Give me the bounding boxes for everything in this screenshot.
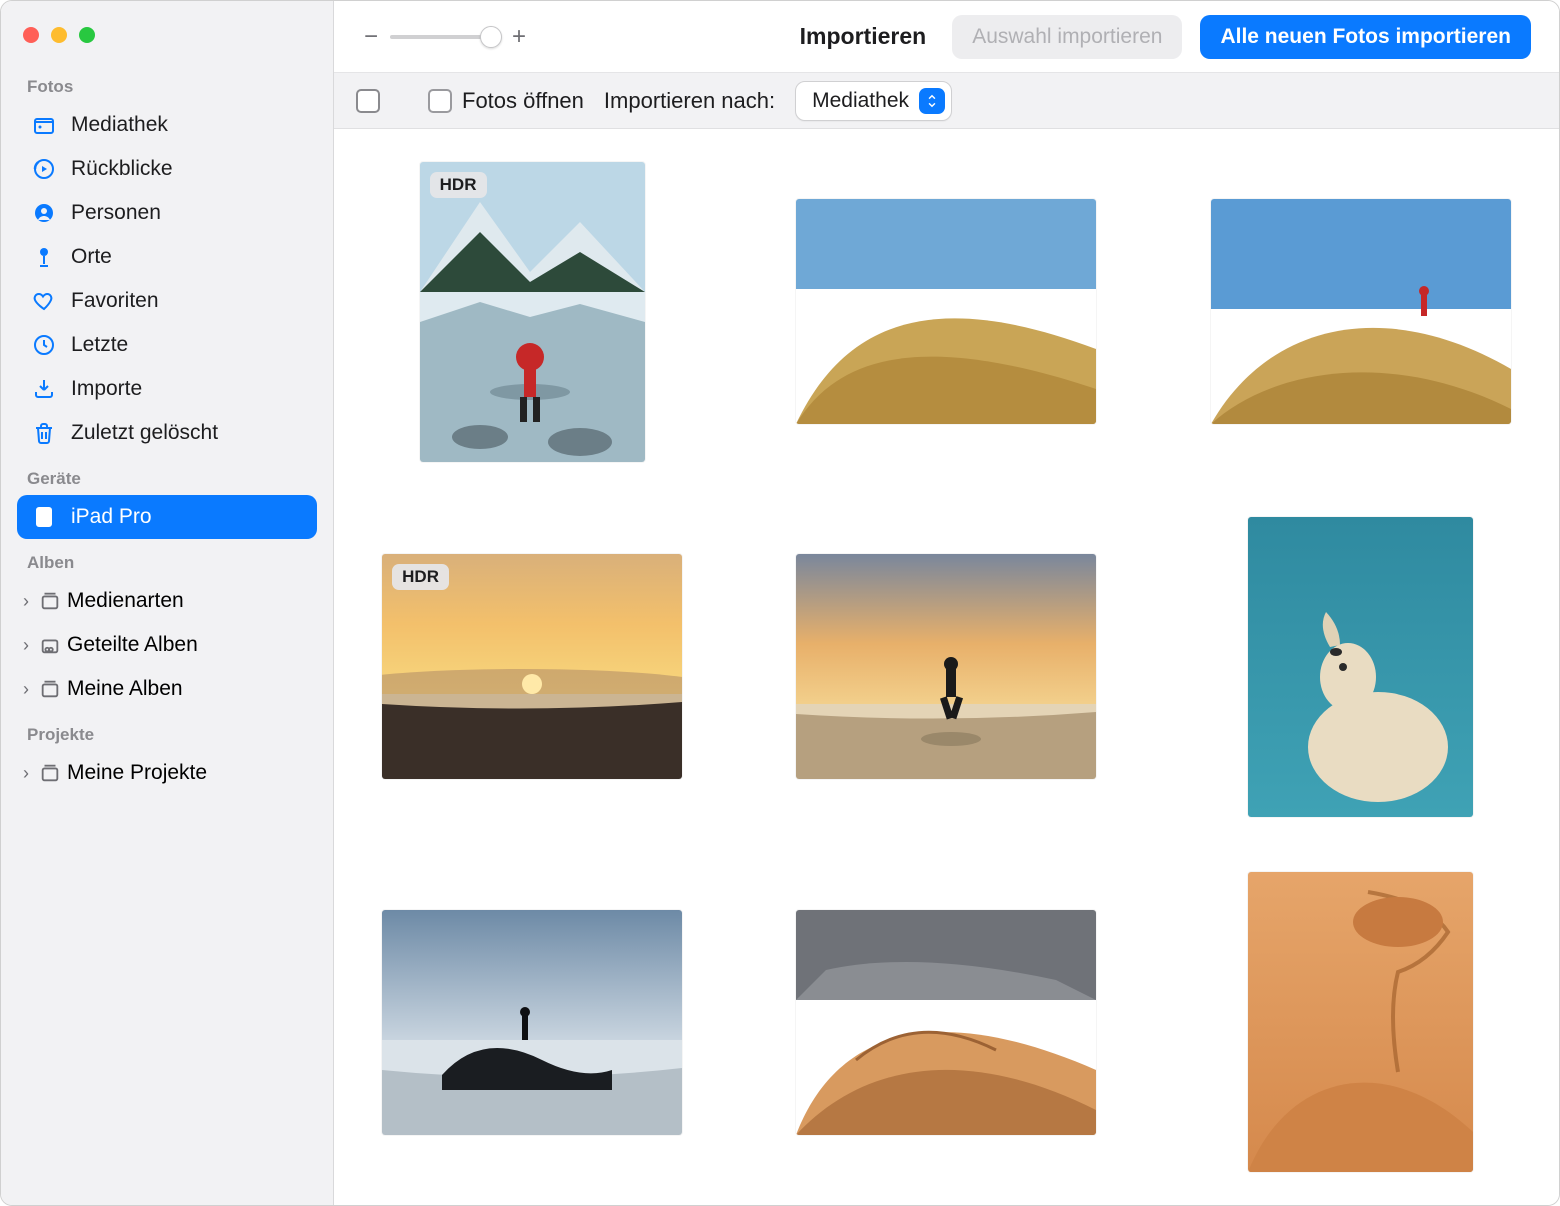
sidebar-item-places[interactable]: Orte: [17, 235, 317, 279]
dropdown-arrow-icon: [919, 88, 945, 114]
import-to-label: Importieren nach:: [604, 88, 775, 114]
import-destination-dropdown[interactable]: Mediathek: [795, 81, 952, 121]
sidebar-item-recently-deleted[interactable]: Zuletzt gelöscht: [17, 411, 317, 455]
memories-icon: [31, 156, 57, 182]
sidebar-item-people[interactable]: Personen: [17, 191, 317, 235]
trash-icon: [31, 420, 57, 446]
zoom-control: − +: [362, 23, 528, 51]
sidebar-section-devices-title: Geräte: [17, 455, 317, 495]
sidebar-item-label: Meine Alben: [67, 677, 183, 701]
photo-placeholder-icon: [796, 554, 1096, 779]
main-content: − + Importieren Auswahl importieren Alle…: [334, 1, 1559, 1205]
library-icon: [31, 112, 57, 138]
sidebar-item-my-projects[interactable]: › Meine Projekte: [17, 751, 317, 795]
chevron-right-icon: ›: [19, 635, 33, 656]
photo-placeholder-icon: [796, 910, 1096, 1135]
heart-icon: [31, 288, 57, 314]
import-all-button[interactable]: Alle neuen Fotos importieren: [1200, 15, 1531, 59]
sidebar-item-label: Favoriten: [71, 289, 159, 313]
photo-placeholder-icon: [1211, 199, 1511, 424]
photo-thumb[interactable]: [796, 554, 1096, 779]
photo-placeholder-icon: [796, 199, 1096, 424]
photo-thumb[interactable]: [1248, 872, 1473, 1172]
sidebar-item-label: Mediathek: [71, 113, 168, 137]
minimize-window-button[interactable]: [51, 27, 67, 43]
zoom-out-button[interactable]: −: [362, 23, 380, 51]
sidebar-item-memories[interactable]: Rückblicke: [17, 147, 317, 191]
shared-album-icon: [37, 632, 63, 658]
import-icon: [31, 376, 57, 402]
sidebar-section-fotos-title: Fotos: [17, 63, 317, 103]
sidebar-item-label: Rückblicke: [71, 157, 173, 181]
sidebar-item-label: Importe: [71, 377, 142, 401]
sidebar-item-label: Orte: [71, 245, 112, 269]
photo-thumb[interactable]: [382, 910, 682, 1135]
people-icon: [31, 200, 57, 226]
sidebar-item-shared-albums[interactable]: › Geteilte Alben: [17, 623, 317, 667]
import-selection-button: Auswahl importieren: [952, 15, 1182, 59]
sidebar-section-albums-title: Alben: [17, 539, 317, 579]
sidebar-item-label: Geteilte Alben: [67, 633, 198, 657]
photo-thumb[interactable]: HDR: [420, 162, 645, 462]
sidebar-item-label: Letzte: [71, 333, 128, 357]
fullscreen-window-button[interactable]: [79, 27, 95, 43]
sidebar-item-label: Zuletzt gelöscht: [71, 421, 218, 445]
toolbar: − + Importieren Auswahl importieren Alle…: [334, 1, 1559, 73]
sidebar-section-projects-title: Projekte: [17, 711, 317, 751]
photo-thumb[interactable]: [1211, 199, 1511, 424]
photo-grid: HDR: [334, 129, 1559, 1205]
sidebar: Fotos Mediathek Rückblicke Personen Orte: [1, 1, 334, 1205]
photo-thumb[interactable]: [796, 199, 1096, 424]
zoom-slider-knob[interactable]: [480, 26, 502, 48]
sidebar-item-label: iPad Pro: [71, 505, 152, 529]
album-icon: [37, 588, 63, 614]
page-title: Importieren: [800, 23, 927, 50]
sidebar-item-label: Meine Projekte: [67, 761, 207, 785]
open-photos-checkbox[interactable]: [428, 89, 452, 113]
chevron-right-icon: ›: [19, 591, 33, 612]
hdr-badge: HDR: [392, 564, 449, 590]
photo-placeholder-icon: [1248, 517, 1473, 817]
open-photos-label: Fotos öffnen: [462, 88, 584, 114]
app-window: Fotos Mediathek Rückblicke Personen Orte: [0, 0, 1560, 1206]
import-destination-value: Mediathek: [812, 89, 909, 113]
chevron-right-icon: ›: [19, 763, 33, 784]
close-window-button[interactable]: [23, 27, 39, 43]
project-icon: [37, 760, 63, 786]
album-icon: [37, 676, 63, 702]
photo-thumb[interactable]: [1248, 517, 1473, 817]
sidebar-item-favorites[interactable]: Favoriten: [17, 279, 317, 323]
clock-icon: [31, 332, 57, 358]
zoom-slider[interactable]: [390, 35, 500, 39]
chevron-right-icon: ›: [19, 679, 33, 700]
sidebar-item-label: Medienarten: [67, 589, 184, 613]
photo-thumb[interactable]: HDR: [382, 554, 682, 779]
sidebar-item-device-ipad[interactable]: iPad Pro: [17, 495, 317, 539]
import-options-bar: Fotos öffnen Importieren nach: Mediathek: [334, 73, 1559, 129]
ipad-icon: [31, 504, 57, 530]
photo-thumb[interactable]: [796, 910, 1096, 1135]
photo-placeholder-icon: [1248, 872, 1473, 1172]
photo-placeholder-icon: [382, 910, 682, 1135]
photo-placeholder-icon: [420, 162, 645, 462]
sidebar-item-media-types[interactable]: › Medienarten: [17, 579, 317, 623]
sidebar-item-recent[interactable]: Letzte: [17, 323, 317, 367]
window-controls: [17, 21, 317, 63]
sidebar-item-imports[interactable]: Importe: [17, 367, 317, 411]
sidebar-item-my-albums[interactable]: › Meine Alben: [17, 667, 317, 711]
hdr-badge: HDR: [430, 172, 487, 198]
sidebar-item-label: Personen: [71, 201, 161, 225]
pin-icon: [31, 244, 57, 270]
sidebar-item-library[interactable]: Mediathek: [17, 103, 317, 147]
zoom-in-button[interactable]: +: [510, 23, 528, 51]
open-photos-checkbox-group[interactable]: Fotos öffnen: [428, 88, 584, 114]
select-all-checkbox[interactable]: [356, 89, 380, 113]
